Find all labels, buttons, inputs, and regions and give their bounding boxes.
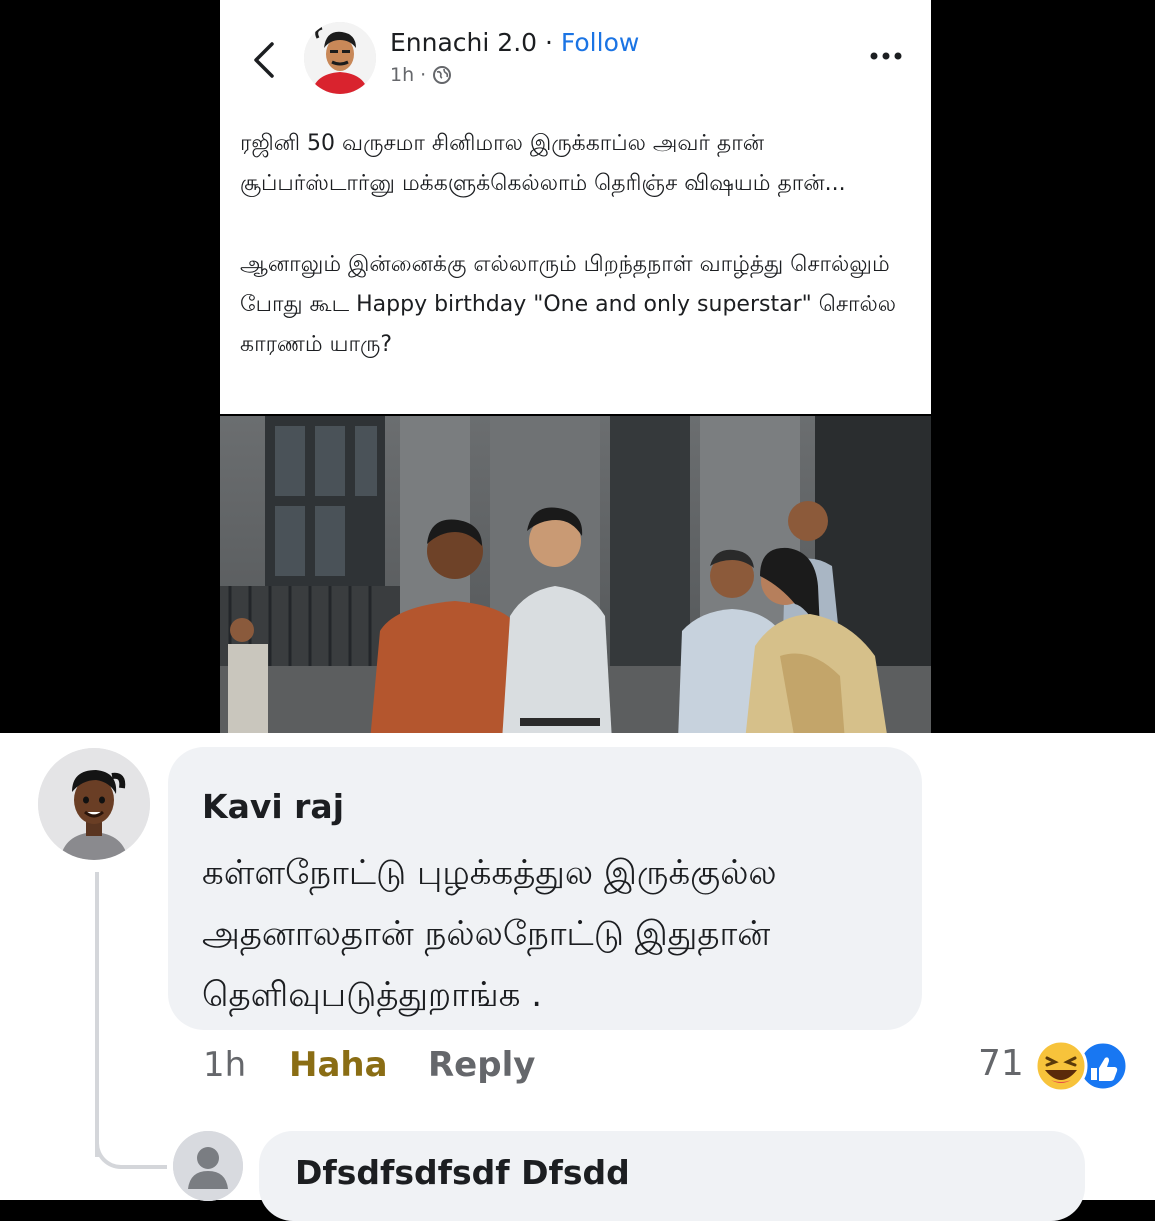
haha-reaction-button[interactable]: Haha [289, 1045, 388, 1085]
post-card: Ennachi 2.0 · Follow 1h · ரஜினி 50 வருசம… [220, 0, 931, 414]
post-image[interactable] [220, 416, 931, 741]
reply-bubble: Dfsdfsdfsdf Dfsdd [259, 1131, 1085, 1221]
comment-section: Kavi raj கள்ளநோட்டு புழக்கத்துல இருக்குல… [0, 733, 1155, 1221]
haha-icon [1034, 1039, 1088, 1093]
back-arrow-icon[interactable] [246, 38, 282, 82]
author-avatar-illustration [304, 22, 376, 94]
post-time[interactable]: 1h [390, 64, 414, 86]
follow-button[interactable]: Follow [561, 28, 639, 57]
thread-connector [95, 1113, 167, 1169]
more-options-icon[interactable] [866, 44, 906, 68]
reply-author-name[interactable]: Dfsdfsdfsdf Dfsdd [295, 1153, 630, 1192]
post-paragraph-1: ரஜினி 50 வருசமா சினிமால இருக்காப்ல அவர் … [240, 131, 846, 196]
memoji-avatar-icon [38, 748, 150, 860]
reaction-icons[interactable] [1033, 1038, 1129, 1094]
post-text: ரஜினி 50 வருசமா சினிமால இருக்காப்ல அவர் … [240, 124, 900, 406]
reaction-count[interactable]: 71 [978, 1043, 1024, 1084]
author-avatar[interactable] [304, 22, 376, 94]
movie-scene-image [220, 416, 931, 741]
commenter-avatar[interactable] [38, 748, 150, 860]
default-user-icon [173, 1131, 243, 1201]
comment-bubble: Kavi raj கள்ளநோட்டு புழக்கத்துல இருக்குல… [168, 747, 922, 1030]
comment-author-name[interactable]: Kavi raj [202, 787, 344, 826]
meta-dot: · [420, 64, 427, 86]
comment-text: கள்ளநோட்டு புழக்கத்துல இருக்குல்ல அதனாலத… [202, 853, 777, 1015]
comment-time[interactable]: 1h [203, 1045, 246, 1085]
post-paragraph-2: ஆனாலும் இன்னைக்கு எல்லாரும் பிறந்தநாள் வ… [240, 252, 897, 357]
author-name[interactable]: Ennachi 2.0 [390, 28, 537, 57]
reply-author-avatar[interactable] [173, 1131, 243, 1201]
post-meta: 1h · [390, 64, 452, 86]
author-row: Ennachi 2.0 · Follow [390, 28, 639, 57]
globe-icon [433, 66, 452, 84]
reply-button[interactable]: Reply [428, 1045, 535, 1085]
name-separator: · [537, 28, 561, 57]
